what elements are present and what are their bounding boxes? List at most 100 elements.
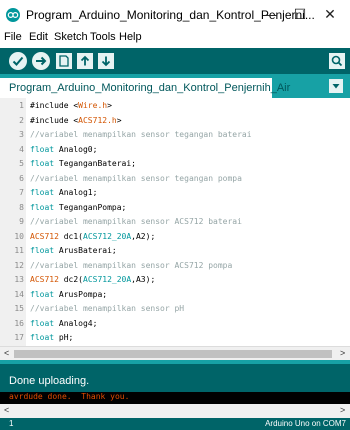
scroll-left-icon[interactable]: <: [4, 348, 9, 358]
line-number: 10: [14, 231, 24, 241]
code-text: float Analog0;: [30, 144, 97, 155]
code-text: ACS712 dc1(ACS712_20A,A2);: [30, 231, 155, 242]
line-number: 3: [19, 130, 24, 139]
code-token: Analog0;: [54, 144, 98, 154]
line-number: 13: [14, 275, 24, 284]
code-token: //variabel menampilkan sensor pH: [30, 304, 185, 313]
open-arrow-up-icon[interactable]: [77, 53, 93, 69]
line-number: 14: [14, 289, 24, 299]
code-line: 5 float TeganganBaterai;: [0, 158, 350, 169]
code-text: //variabel menampilkan sensor ACS712 pom…: [30, 260, 232, 271]
code-text: float ArusBaterai;: [30, 245, 117, 256]
console-horizontal-scrollbar[interactable]: < >: [0, 404, 350, 418]
code-text: #include <Wire.h>: [30, 100, 112, 111]
menu-edit[interactable]: Edit: [29, 31, 48, 43]
menu-file[interactable]: File: [4, 31, 22, 43]
code-token: ,A3);: [131, 275, 156, 284]
line-number: 6: [19, 173, 24, 183]
code-text: ACS712 dc2(ACS712_20A,A3);: [30, 274, 155, 285]
line-number: 4: [19, 144, 24, 154]
cursor-line-number: 1: [9, 419, 14, 428]
code-token: float: [30, 318, 55, 328]
code-token: Analog4;: [54, 318, 98, 328]
upload-arrow-right-icon[interactable]: [32, 52, 50, 70]
line-number: 8: [19, 202, 24, 212]
code-line: 13 ACS712 dc2(ACS712_20A,A3);: [0, 274, 350, 285]
scrollbar-thumb[interactable]: [14, 350, 332, 358]
code-line: 2 #include <ACS712.h>: [0, 115, 350, 126]
code-token: #include <: [30, 115, 79, 125]
console-output[interactable]: avrdude done. Thank you.: [0, 392, 350, 404]
code-text: //variabel menampilkan sensor ACS712 bat…: [30, 216, 242, 227]
close-button[interactable]: ✕: [320, 4, 340, 24]
code-editor[interactable]: 1 #include <Wire.h> 2 #include <ACS712.h> 3/…: [0, 98, 350, 346]
code-line: 8 float TeganganPompa;: [0, 202, 350, 213]
code-line: 17 float pH;: [0, 332, 350, 343]
line-number: 1: [19, 101, 24, 110]
code-text: //variabel menampilkan sensor tegangan p…: [30, 173, 242, 184]
console-scroll-left-icon[interactable]: <: [4, 405, 9, 415]
line-number: 7: [19, 188, 24, 197]
new-file-icon[interactable]: [56, 53, 72, 69]
code-token: float: [30, 159, 55, 168]
code-token: ACS712_20A: [83, 275, 132, 284]
code-token: ACS712.h: [78, 115, 117, 125]
code-line: 6 //variabel menampilkan sensor tegangan …: [0, 173, 350, 184]
status-message: Done uploading.: [9, 375, 90, 387]
code-token: >: [116, 115, 122, 125]
menu-sketch[interactable]: Sketch: [54, 31, 88, 43]
code-token: TeganganBaterai;: [54, 159, 136, 168]
code-token: ACS712: [30, 275, 59, 284]
arduino-logo-icon: [6, 8, 20, 22]
code-token: ACS712: [30, 231, 59, 241]
verify-check-icon[interactable]: [9, 52, 27, 70]
code-token: //variabel menampilkan sensor ACS712 pom…: [30, 260, 233, 270]
toolbar: [0, 48, 350, 74]
code-token: >: [107, 101, 112, 110]
console-scroll-right-icon[interactable]: >: [340, 405, 345, 415]
menu-bar: File Edit Sketch Tools Help: [0, 30, 350, 46]
minimize-button[interactable]: —: [260, 4, 280, 24]
line-number: 15: [14, 304, 24, 313]
code-text: //variabel menampilkan sensor pH: [30, 303, 184, 314]
board-port-label: Arduino Uno on COM7: [265, 419, 346, 428]
code-text: float TeganganBaterai;: [30, 158, 136, 169]
code-text: float TeganganPompa;: [30, 202, 126, 213]
menu-tools[interactable]: Tools: [90, 31, 116, 43]
tab-sketch[interactable]: Program_Arduino_Monitoring_dan_Kontrol_P…: [0, 78, 290, 98]
console-text: avrdude done. Thank you.: [9, 392, 130, 401]
code-token: TeganganPompa;: [54, 202, 127, 212]
code-line: 15 //variabel menampilkan sensor pH: [0, 303, 350, 314]
menu-help[interactable]: Help: [119, 31, 142, 43]
save-arrow-down-icon[interactable]: [98, 53, 114, 69]
code-text: float Analog4;: [30, 318, 97, 329]
code-token: float: [30, 289, 55, 299]
tab-strip: Program_Arduino_Monitoring_dan_Kontrol_P…: [0, 74, 350, 98]
status-bar: Done uploading.: [0, 364, 350, 392]
title-bar: Program_Arduino_Monitoring_dan_Kontrol_P…: [0, 0, 350, 30]
serial-monitor-magnifier-icon[interactable]: [329, 53, 345, 69]
editor-horizontal-scrollbar[interactable]: < >: [0, 346, 350, 361]
line-number: 12: [14, 260, 24, 270]
code-token: //variabel menampilkan sensor tegangan b…: [30, 130, 252, 139]
line-number: 2: [19, 115, 24, 125]
scroll-right-icon[interactable]: >: [340, 348, 345, 358]
line-number: 5: [19, 159, 24, 168]
code-text: float pH;: [30, 332, 73, 343]
code-token: ACS712_20A: [83, 231, 132, 241]
code-line: 4 float Analog0;: [0, 144, 350, 155]
code-line: 1 #include <Wire.h>: [0, 100, 350, 111]
line-number: 16: [14, 318, 24, 328]
code-line: 3 //variabel menampilkan sensor tegangan …: [0, 129, 350, 140]
code-token: ArusPompa;: [54, 289, 108, 299]
code-line: 14 float ArusPompa;: [0, 289, 350, 300]
maximize-button[interactable]: ☐: [290, 4, 310, 24]
code-token: #include <: [30, 101, 79, 110]
code-line: 7 float Analog1;: [0, 187, 350, 198]
tab-menu-chevron-down-icon[interactable]: [329, 79, 343, 93]
code-line: 16 float Analog4;: [0, 318, 350, 329]
footer-bar: 1 Arduino Uno on COM7: [0, 418, 350, 430]
code-token: ArusBaterai;: [54, 246, 117, 255]
code-text: #include <ACS712.h>: [30, 115, 122, 126]
code-text: float ArusPompa;: [30, 289, 107, 300]
